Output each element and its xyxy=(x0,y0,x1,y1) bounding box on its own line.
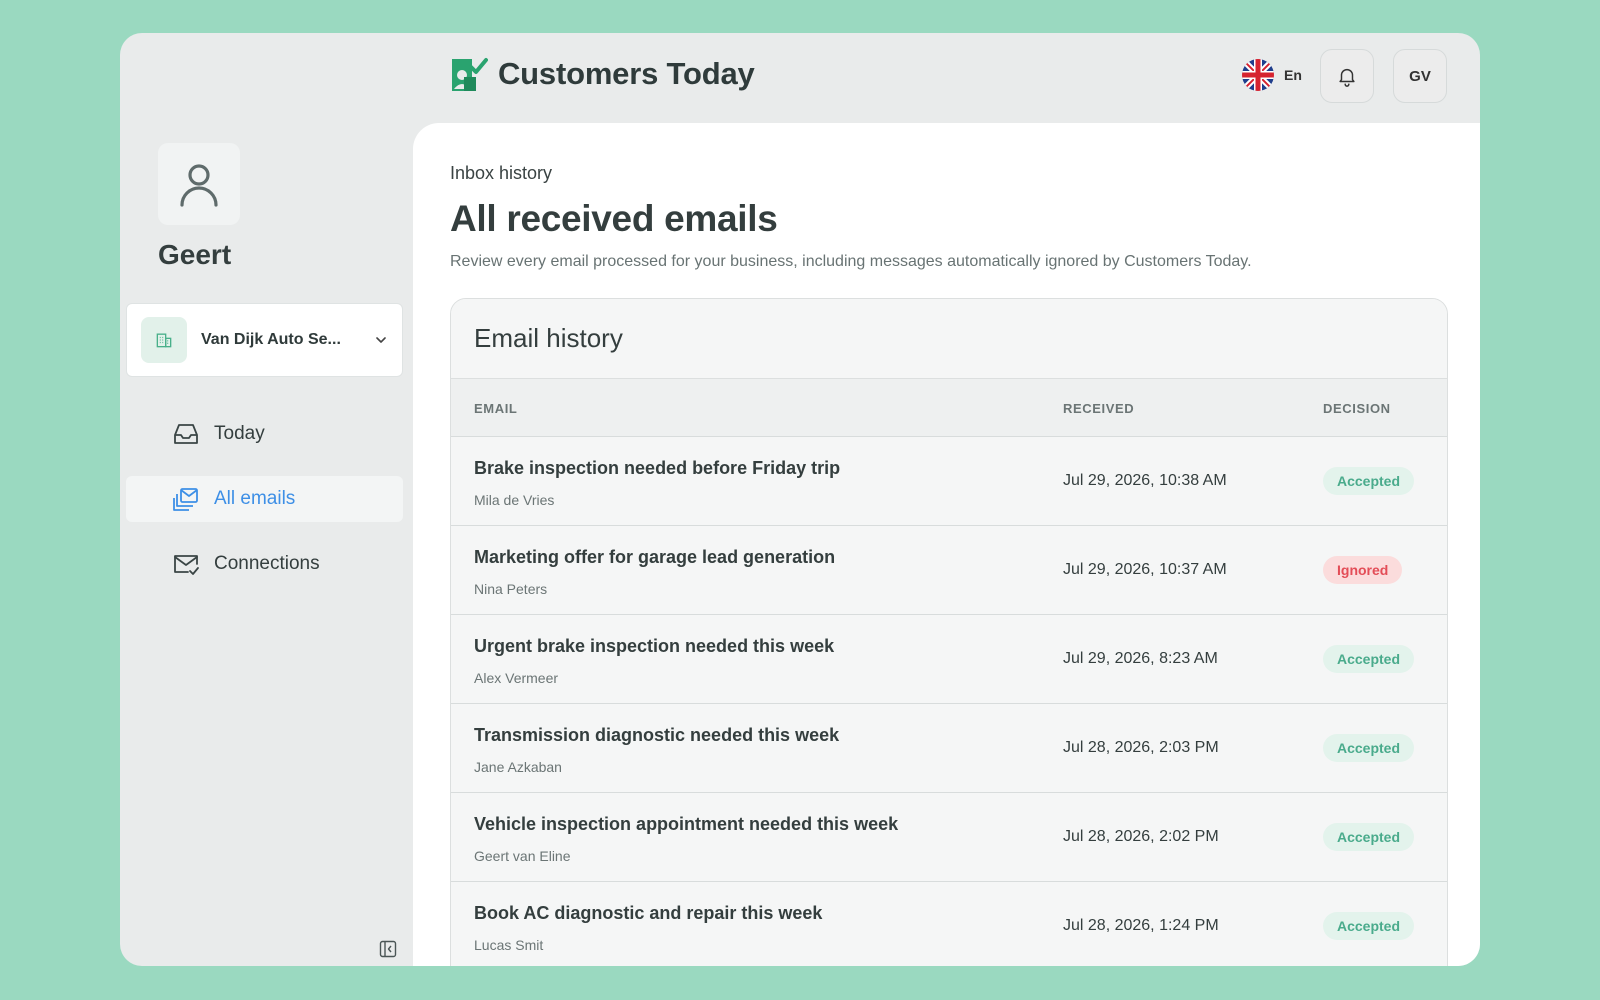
table-row[interactable]: Transmission diagnostic needed this week… xyxy=(451,704,1447,793)
table-row[interactable]: Vehicle inspection appointment needed th… xyxy=(451,793,1447,882)
sidebar-item-label: Connections xyxy=(214,553,320,574)
email-sender: Geert van Eline xyxy=(474,848,571,864)
building-icon xyxy=(156,333,172,348)
mail-stack-icon xyxy=(173,488,198,511)
sidebar-item-connections[interactable]: Connections xyxy=(126,541,403,587)
status-badge: Accepted xyxy=(1323,734,1415,762)
email-subject: Urgent brake inspection needed this week xyxy=(474,636,835,656)
table-row[interactable]: Brake inspection needed before Friday tr… xyxy=(451,437,1447,526)
status-badge: Accepted xyxy=(1323,912,1415,940)
email-subject: Brake inspection needed before Friday tr… xyxy=(474,458,841,478)
table-row[interactable]: Marketing offer for garage lead generati… xyxy=(451,526,1447,615)
column-header-decision[interactable]: DECISION xyxy=(1323,401,1391,416)
card-header: Email history xyxy=(451,299,1447,379)
brand[interactable]: Customers Today xyxy=(450,55,755,93)
status-badge: Accepted xyxy=(1323,645,1415,673)
sidebar-item-today[interactable]: Today xyxy=(126,411,403,457)
email-sender: Jane Azkaban xyxy=(474,759,562,775)
business-selector[interactable]: Van Dijk Auto Se... xyxy=(126,303,403,377)
uk-flag-icon xyxy=(1242,59,1274,91)
mail-check-icon xyxy=(174,555,199,575)
business-name: Van Dijk Auto Se... xyxy=(201,331,341,348)
user-avatar-button[interactable]: GV xyxy=(1393,49,1447,103)
language-selector[interactable]: En xyxy=(1242,59,1302,91)
sidebar: Geert Van Dijk Auto Se... Today All emai… xyxy=(120,123,413,966)
brand-name: Customers Today xyxy=(498,56,755,91)
email-subject: Book AC diagnostic and repair this week xyxy=(474,903,823,923)
email-received: Jul 29, 2026, 10:37 AM xyxy=(1063,561,1227,578)
email-subject: Marketing offer for garage lead generati… xyxy=(474,547,836,567)
email-subject: Vehicle inspection appointment needed th… xyxy=(474,814,899,834)
email-history-card: Email history EMAIL RECEIVED DECISION Br… xyxy=(450,298,1448,966)
inbox-icon xyxy=(174,424,198,444)
language-label: En xyxy=(1284,67,1302,83)
sidebar-collapse-icon[interactable] xyxy=(379,940,397,958)
top-bar: Customers Today En GV xyxy=(120,33,1480,123)
email-received: Jul 28, 2026, 1:24 PM xyxy=(1063,917,1219,934)
sidebar-item-all-emails[interactable]: All emails xyxy=(126,476,403,522)
chevron-down-icon xyxy=(376,337,386,343)
email-received: Jul 29, 2026, 8:23 AM xyxy=(1063,650,1218,667)
email-sender: Mila de Vries xyxy=(474,492,555,508)
sidebar-nav: Today All emails Connections xyxy=(126,411,403,606)
status-badge: Accepted xyxy=(1323,467,1415,495)
avatar-initials: GV xyxy=(1409,67,1431,85)
table-row[interactable]: Urgent brake inspection needed this week… xyxy=(451,615,1447,704)
email-received: Jul 28, 2026, 2:02 PM xyxy=(1063,828,1219,845)
notifications-button[interactable] xyxy=(1320,49,1374,103)
bell-icon xyxy=(1339,68,1355,87)
email-sender: Alex Vermeer xyxy=(474,670,559,686)
customers-today-logo-icon xyxy=(452,58,488,91)
card-title: Email history xyxy=(474,323,623,353)
page-title: All received emails xyxy=(450,198,778,239)
email-sender: Lucas Smit xyxy=(474,937,544,953)
email-received: Jul 29, 2026, 10:38 AM xyxy=(1063,472,1227,489)
page-description: Review every email processed for your bu… xyxy=(450,253,1252,270)
profile-name: Geert xyxy=(158,239,232,270)
user-icon xyxy=(180,164,218,207)
status-badge: Ignored xyxy=(1323,556,1403,584)
breadcrumb: Inbox history xyxy=(450,163,553,183)
status-badge: Accepted xyxy=(1323,823,1415,851)
column-header-email[interactable]: EMAIL xyxy=(474,401,517,416)
sidebar-item-label: All emails xyxy=(214,488,296,509)
email-sender: Nina Peters xyxy=(474,581,548,597)
table-row[interactable]: Book AC diagnostic and repair this week … xyxy=(451,882,1447,966)
email-received: Jul 28, 2026, 2:03 PM xyxy=(1063,739,1219,756)
table-header: EMAIL RECEIVED DECISION xyxy=(451,379,1447,437)
profile-picture[interactable] xyxy=(158,143,240,225)
business-icon-box xyxy=(141,317,187,363)
email-subject: Transmission diagnostic needed this week xyxy=(474,725,840,745)
sidebar-item-label: Today xyxy=(214,423,265,444)
app-window: Customers Today En GV Geert Van Dijk Aut… xyxy=(120,33,1480,966)
main-content: Inbox history All received emails Review… xyxy=(413,123,1480,966)
column-header-received[interactable]: RECEIVED xyxy=(1063,401,1134,416)
